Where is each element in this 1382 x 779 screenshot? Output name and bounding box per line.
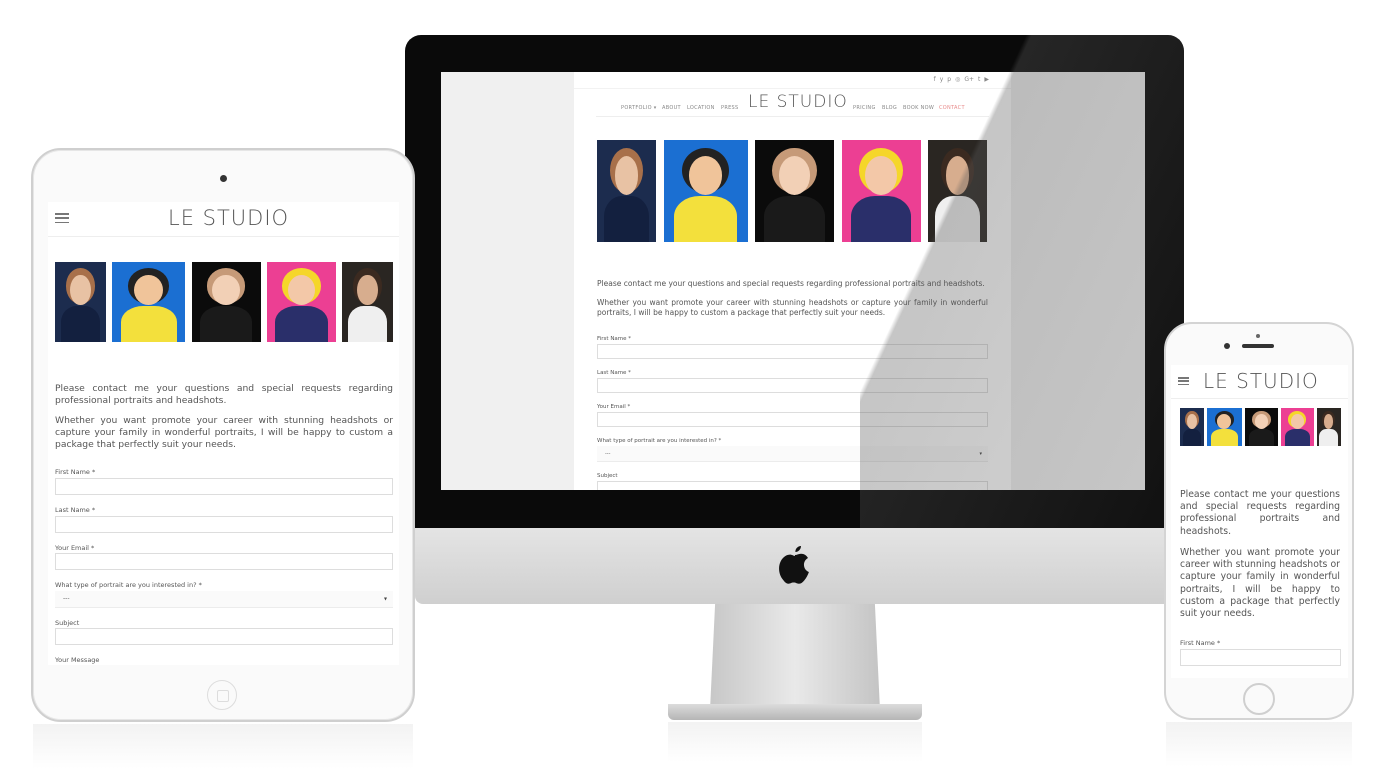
photo-man-dark[interactable] <box>342 262 394 342</box>
first-name-label: First Name * <box>597 336 632 342</box>
email-label: Your Email * <box>597 404 631 410</box>
hamburger-icon[interactable] <box>1178 377 1189 385</box>
photo-kids-blue[interactable] <box>663 140 748 242</box>
portrait-type-value: --- <box>63 595 70 603</box>
photo-baby-black[interactable] <box>191 262 261 342</box>
apple-logo-icon <box>779 546 809 584</box>
site-logo[interactable]: LE STUDIO <box>168 206 289 230</box>
twitter-icon[interactable]: y <box>940 76 944 83</box>
phone-home-button <box>1243 683 1275 715</box>
nav-book-now[interactable]: BOOK NOW <box>903 105 934 111</box>
tablet-screen: LE STUDIO Please contact me your questio… <box>48 202 399 665</box>
photo-kids-blue[interactable] <box>1206 408 1242 446</box>
photo-baby-black[interactable] <box>755 140 834 242</box>
first-name-field[interactable] <box>597 344 988 359</box>
youtube-icon[interactable]: ▶ <box>984 76 989 83</box>
portrait-type-label: What type of portrait are you interested… <box>597 438 722 444</box>
first-name-field[interactable] <box>55 478 393 495</box>
nav-contact[interactable]: CONTACT <box>939 105 965 111</box>
facebook-icon[interactable]: f <box>934 76 936 83</box>
nav-press[interactable]: PRESS <box>721 105 739 111</box>
phone-camera <box>1224 343 1230 349</box>
nav-about[interactable]: ABOUT <box>662 105 681 111</box>
intro-text: Please contact me your questions and spe… <box>55 383 393 406</box>
last-name-field[interactable] <box>597 378 988 393</box>
photo-girl-pink[interactable] <box>266 262 336 342</box>
nav-divider <box>596 116 989 117</box>
first-name-field[interactable] <box>1180 649 1341 666</box>
phone-sensor <box>1256 334 1260 338</box>
phone-reflection <box>1166 722 1352 767</box>
imac-reflection <box>668 722 922 762</box>
portrait-type-value: --- <box>605 450 611 457</box>
last-name-field[interactable] <box>55 516 393 533</box>
photo-gallery <box>55 262 394 342</box>
body-text: Whether you want promote your career wit… <box>55 415 393 450</box>
email-field[interactable] <box>55 553 393 570</box>
tablet-reflection <box>33 724 413 769</box>
instagram-icon[interactable]: ◎ <box>955 76 960 83</box>
photo-man-dark[interactable] <box>1316 408 1341 446</box>
hamburger-icon[interactable] <box>55 213 69 223</box>
portrait-type-select[interactable]: --- ▾ <box>55 591 393 608</box>
body-text: Whether you want promote your career wit… <box>597 298 988 317</box>
first-name-label: First Name * <box>55 468 96 476</box>
chevron-down-icon: ▾ <box>383 595 387 603</box>
phone-screen: LE STUDIO Please contact me your questio… <box>1171 365 1348 678</box>
email-label: Your Email * <box>55 544 95 552</box>
photo-gallery <box>597 140 988 242</box>
subject-label: Subject <box>55 619 80 627</box>
subject-label: Subject <box>597 473 618 479</box>
photo-girl-pink[interactable] <box>1280 408 1314 446</box>
last-name-label: Last Name * <box>597 370 631 376</box>
chevron-down-icon: ▾ <box>979 450 982 457</box>
portrait-type-label: What type of portrait are you interested… <box>55 581 202 589</box>
nav-portfolio[interactable]: PORTFOLIO ▾ <box>621 105 657 111</box>
tablet-header: LE STUDIO <box>48 202 399 237</box>
google-plus-icon[interactable]: G+ <box>964 76 974 83</box>
subject-field[interactable] <box>55 628 393 645</box>
imac-stand <box>710 604 880 710</box>
phone-header: LE STUDIO <box>1171 365 1348 399</box>
photo-woman-blonde[interactable] <box>1180 408 1204 446</box>
intro-text: Please contact me your questions and spe… <box>597 279 985 288</box>
photo-girl-pink[interactable] <box>841 140 921 242</box>
photo-baby-black[interactable] <box>1244 408 1278 446</box>
subject-field[interactable] <box>597 481 988 490</box>
photo-woman-blonde[interactable] <box>597 140 656 242</box>
photo-man-dark[interactable] <box>928 140 987 242</box>
last-name-label: Last Name * <box>55 506 96 514</box>
photo-kids-blue[interactable] <box>112 262 186 342</box>
message-label: Your Message <box>55 656 100 664</box>
site-logo[interactable]: LE STUDIO <box>1203 369 1319 393</box>
nav-pricing[interactable]: PRICING <box>853 105 876 111</box>
photo-woman-blonde[interactable] <box>55 262 106 342</box>
nav-blog[interactable]: BLOG <box>882 105 897 111</box>
intro-text: Please contact me your questions and spe… <box>1180 489 1340 537</box>
social-links: f y p ◎ G+ t ▶ <box>934 76 989 83</box>
tablet-camera <box>220 175 227 182</box>
photo-gallery <box>1180 408 1341 446</box>
tablet-home-button <box>207 680 237 710</box>
pinterest-icon[interactable]: p <box>947 76 951 83</box>
first-name-label: First Name * <box>1180 639 1221 647</box>
nav-location[interactable]: LOCATION <box>687 105 715 111</box>
site-logo[interactable]: LE STUDIO <box>748 92 848 112</box>
desktop-page: f y p ◎ G+ t ▶ PORTFOLIO ▾ ABOUT LOCATIO… <box>574 72 1011 490</box>
email-field[interactable] <box>597 412 988 427</box>
top-bar: f y p ◎ G+ t ▶ <box>574 72 1011 89</box>
imac-base <box>668 704 922 720</box>
body-text: Whether you want promote your career wit… <box>1180 547 1340 620</box>
tumblr-icon[interactable]: t <box>978 76 980 83</box>
desktop-screen: f y p ◎ G+ t ▶ PORTFOLIO ▾ ABOUT LOCATIO… <box>441 72 1145 490</box>
portrait-type-select[interactable]: --- ▾ <box>597 446 988 462</box>
phone-speaker <box>1242 344 1274 348</box>
